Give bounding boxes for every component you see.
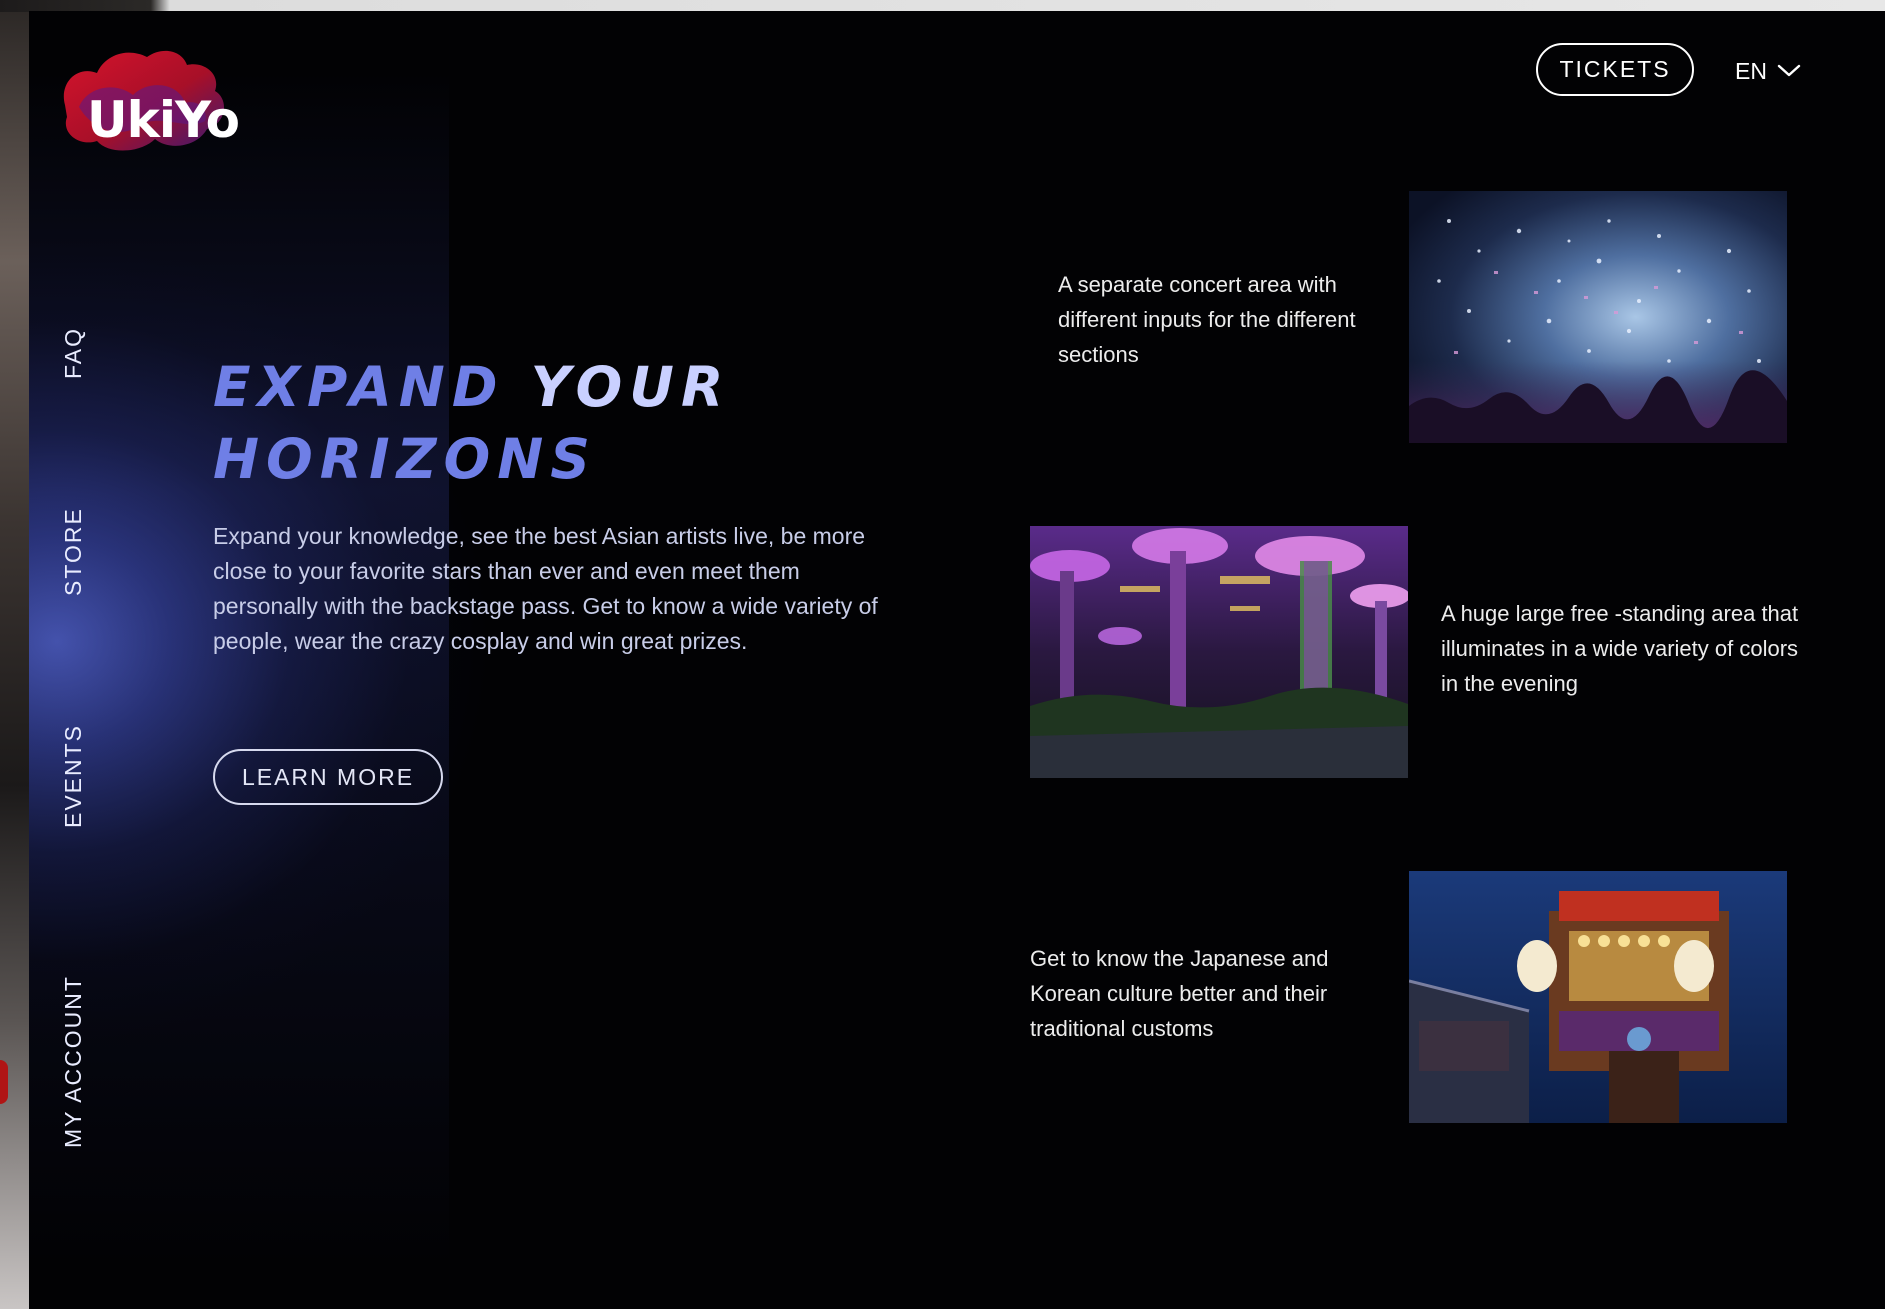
desktop-background-edge [0,0,30,1309]
concert-confetti-photo [1409,191,1787,443]
logo-text: UkiYo [87,91,240,149]
language-selector[interactable]: EN [1735,56,1801,86]
blue-glow-decoration [29,171,729,1151]
side-nav-store[interactable]: STORE [60,507,87,596]
hero-title-part1: EXPAND [213,355,505,419]
app-window: UkiYo TICKETS EN FAQ STORE EVENTS MY ACC… [29,11,1885,1309]
hero-title: EXPAND YOUR HORIZONS [213,351,973,495]
illuminated-garden-photo [1030,526,1408,778]
chevron-down-icon [1777,64,1801,77]
side-glow-decoration [29,71,449,1271]
side-nav-my-account[interactable]: MY ACCOUNT [60,975,87,1148]
desktop-red-marker [0,1060,8,1104]
language-label: EN [1735,57,1767,84]
hero-description: Expand your knowledge, see the best Asia… [213,523,878,654]
feature-text-culture: Get to know the Japanese and Korean cult… [1030,946,1329,1041]
feature-text-concert: A separate concert area with different i… [1058,272,1356,367]
side-nav-faq[interactable]: FAQ [60,327,87,379]
tickets-button[interactable]: TICKETS [1536,43,1694,96]
learn-more-button[interactable]: LEARN MORE [213,749,443,805]
hero-title-part3: HORIZONS [213,427,597,491]
japanese-festival-float-photo [1409,871,1787,1123]
ukiyo-logo[interactable]: UkiYo [57,43,257,163]
hero-title-part2: YOUR [530,355,731,419]
side-nav-events[interactable]: EVENTS [60,724,87,828]
feature-text-illuminated-area: A huge large free -standing area that il… [1441,601,1799,696]
